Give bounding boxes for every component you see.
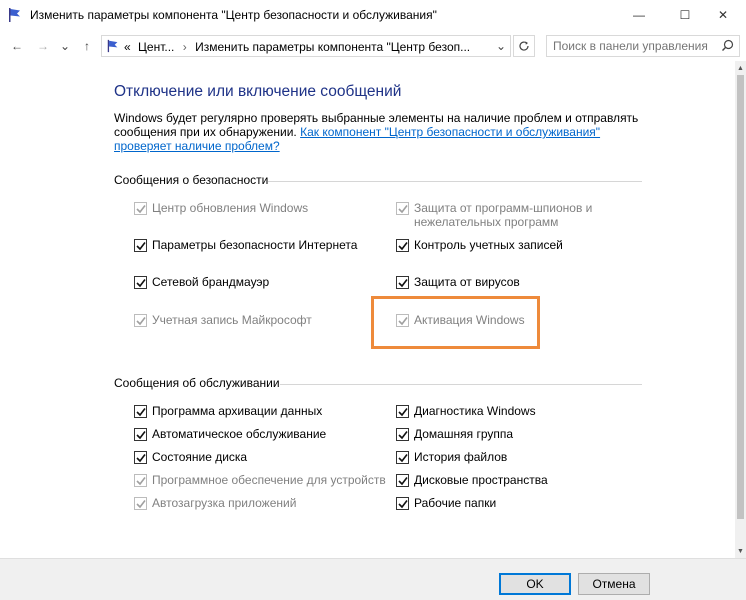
address-bar[interactable]: « Цент... › Изменить параметры компонент… [101, 35, 511, 57]
checkbox-virus-protection[interactable]: Защита от вирусов [396, 275, 520, 289]
checkbox-label: История файлов [414, 450, 508, 464]
checkbox-label: Диагностика Windows [414, 404, 536, 418]
checkbox-label: Дисковые пространства [414, 473, 548, 487]
checkbox-drive-status[interactable]: Состояние диска [134, 450, 247, 464]
checkbox-storage-spaces[interactable]: Дисковые пространства [396, 473, 548, 487]
up-button[interactable]: ↑ [78, 36, 96, 56]
checkbox-network-firewall[interactable]: Сетевой брандмауэр [134, 275, 269, 289]
address-dropdown-icon[interactable]: ⌄ [496, 39, 506, 53]
checkbox-label: Автозагрузка приложений [152, 496, 297, 510]
maintenance-group-divider [280, 384, 642, 385]
checkbox-box[interactable] [396, 405, 409, 418]
description: Windows будет регулярно проверять выбран… [114, 111, 654, 153]
checkbox-label: Автоматическое обслуживание [152, 427, 327, 441]
breadcrumb-overflow[interactable]: « [124, 40, 131, 54]
security-group-divider [268, 181, 642, 182]
search-input[interactable] [553, 39, 713, 53]
checkbox-startup-apps[interactable]: Автозагрузка приложений [134, 496, 296, 510]
checkbox-box[interactable] [396, 239, 409, 252]
checkbox-file-history[interactable]: История файлов [396, 450, 507, 464]
back-button[interactable]: ← [8, 36, 26, 56]
security-group-title: Сообщения о безопасности [114, 173, 269, 187]
checkbox-box[interactable] [134, 405, 147, 418]
navigation-bar: ← → ⌄ ↑ « Цент... › Изменить параметры к… [0, 31, 746, 61]
checkbox-label: Параметры безопасности Интернета [152, 238, 358, 252]
checkbox-label: Контроль учетных записей [414, 238, 563, 252]
checkbox-windows-diagnostics[interactable]: Диагностика Windows [396, 404, 536, 418]
ok-button[interactable]: OK [499, 573, 571, 595]
checkbox-box[interactable] [396, 202, 409, 215]
recent-locations-button[interactable]: ⌄ [58, 36, 72, 56]
maximize-icon: ☐ [679, 8, 691, 22]
breadcrumb-item[interactable]: Цент... [138, 40, 174, 54]
checkbox-box[interactable] [134, 474, 147, 487]
checkbox-work-folders[interactable]: Рабочие папки [396, 496, 496, 510]
up-arrow-icon: ↑ [84, 39, 90, 53]
checkbox-label: Состояние диска [152, 450, 248, 464]
checkbox-box[interactable] [134, 314, 147, 327]
checkbox-label: Учетная запись Майкрософт [152, 313, 312, 327]
cancel-button[interactable]: Отмена [578, 573, 650, 595]
window-title: Изменить параметры компонента "Центр без… [30, 8, 437, 22]
checkbox-box[interactable] [396, 474, 409, 487]
page-title: Отключение или включение сообщений [114, 83, 402, 100]
checkbox-backup[interactable]: Программа архивации данных [134, 404, 322, 418]
forward-button[interactable]: → [34, 36, 52, 56]
maintenance-group-title: Сообщения об обслуживании [114, 376, 280, 390]
checkbox-box[interactable] [134, 239, 147, 252]
checkbox-homegroup[interactable]: Домашняя группа [396, 427, 513, 441]
checkbox-box[interactable] [134, 497, 147, 510]
dialog-footer: OK Отмена [0, 558, 746, 600]
search-box[interactable] [546, 35, 740, 57]
checkbox-internet-security[interactable]: Параметры безопасности Интернета [134, 238, 357, 252]
checkbox-box[interactable] [396, 497, 409, 510]
checkbox-label: Рабочие папки [414, 496, 497, 510]
annotation-highlight-box [371, 296, 540, 349]
checkbox-windows-update[interactable]: Центр обновления Windows [134, 201, 308, 215]
checkbox-box[interactable] [134, 428, 147, 441]
refresh-button[interactable] [513, 35, 535, 57]
search-icon[interactable] [721, 39, 734, 55]
breadcrumb-separator: › [182, 40, 187, 54]
close-button[interactable]: ✕ [700, 0, 746, 30]
checkbox-label: Защита от программ-шпионов и нежелательн… [414, 201, 593, 229]
scroll-up-icon[interactable]: ▲ [735, 62, 746, 74]
refresh-icon [519, 41, 529, 51]
checkbox-label: Домашняя группа [414, 427, 514, 441]
vertical-scrollbar[interactable]: ▲ ▼ [735, 61, 746, 558]
scroll-down-icon[interactable]: ▼ [735, 545, 746, 557]
flag-icon [106, 39, 120, 56]
checkbox-box[interactable] [134, 202, 147, 215]
checkbox-label: Программа архивации данных [152, 404, 323, 418]
minimize-icon: — [633, 8, 645, 22]
checkbox-label: Защита от вирусов [414, 275, 520, 289]
checkbox-user-account-control[interactable]: Контроль учетных записей [396, 238, 563, 252]
chevron-down-icon: ⌄ [59, 39, 71, 53]
checkbox-box[interactable] [396, 428, 409, 441]
checkbox-label: Программное обеспечение для устройств [152, 473, 386, 487]
content-pane: Отключение или включение сообщений Windo… [0, 61, 735, 558]
checkbox-microsoft-account[interactable]: Учетная запись Майкрософт [134, 313, 312, 327]
scrollbar-thumb[interactable] [737, 75, 744, 519]
checkbox-automatic-maintenance[interactable]: Автоматическое обслуживание [134, 427, 326, 441]
checkbox-box[interactable] [134, 276, 147, 289]
checkbox-label: Центр обновления Windows [152, 201, 309, 215]
close-icon: ✕ [717, 8, 729, 22]
flag-icon [7, 7, 23, 23]
title-bar: Изменить параметры компонента "Центр без… [0, 0, 746, 31]
forward-arrow-icon: → [37, 39, 49, 53]
checkbox-box[interactable] [396, 451, 409, 464]
checkbox-box[interactable] [134, 451, 147, 464]
checkbox-box[interactable] [396, 276, 409, 289]
checkbox-spyware-protection[interactable]: Защита от программ-шпионов и нежелательн… [396, 201, 592, 229]
back-arrow-icon: ← [11, 39, 23, 53]
checkbox-label: Сетевой брандмауэр [152, 275, 270, 289]
minimize-button[interactable]: — [616, 0, 662, 30]
breadcrumb-item[interactable]: Изменить параметры компонента "Центр без… [195, 40, 470, 54]
breadcrumb: « Цент... › Изменить параметры компонент… [124, 40, 470, 54]
checkbox-device-software[interactable]: Программное обеспечение для устройств [134, 473, 386, 487]
